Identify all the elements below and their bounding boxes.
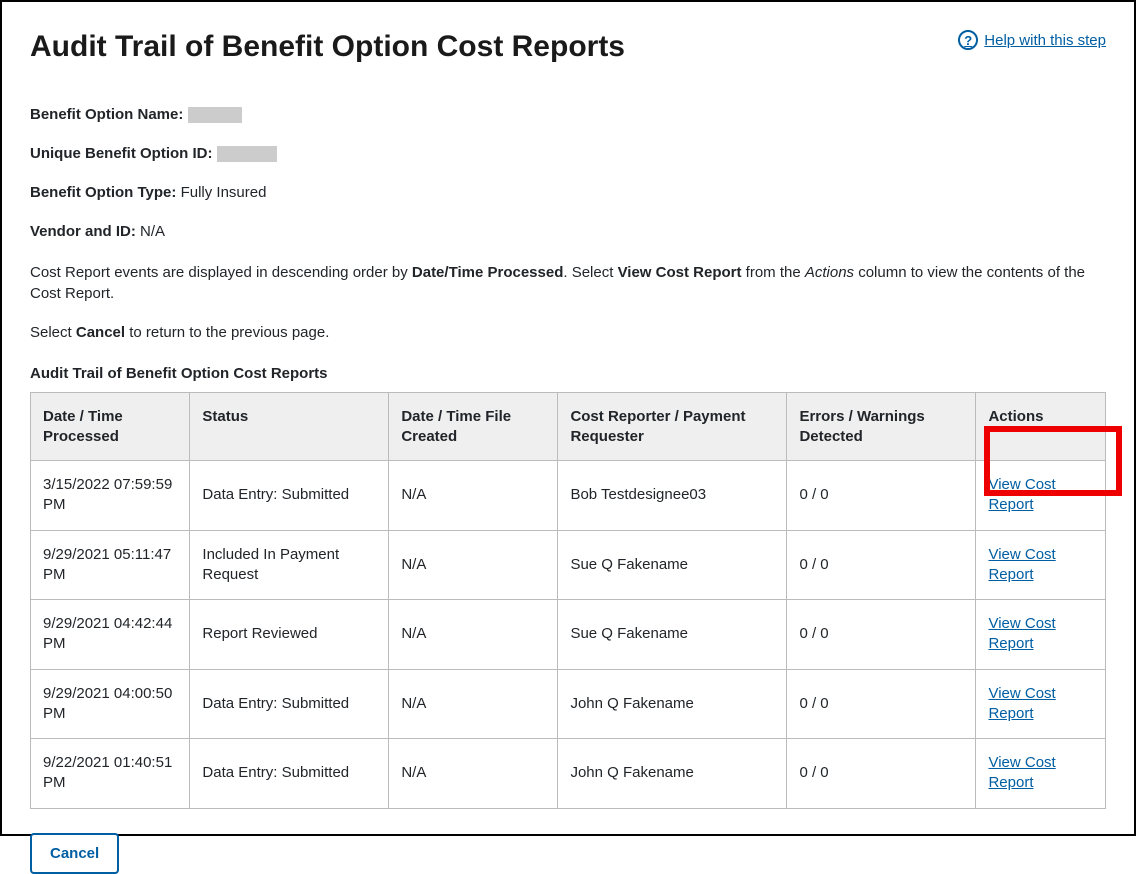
cancel-button[interactable]: Cancel: [30, 833, 119, 874]
redacted-value: [217, 146, 277, 162]
cell-datetime: 9/29/2021 04:42:44 PM: [31, 600, 190, 670]
table-row: 9/29/2021 04:42:44 PM Report Reviewed N/…: [31, 600, 1106, 670]
table-header-row: Date / Time Processed Status Date / Time…: [31, 393, 1106, 461]
col-status: Status: [190, 393, 389, 461]
cell-reporter: John Q Fakename: [558, 669, 787, 739]
cell-reporter: Bob Testdesignee03: [558, 461, 787, 531]
view-cost-report-link[interactable]: View Cost Report: [988, 685, 1055, 722]
header-row: Audit Trail of Benefit Option Cost Repor…: [30, 30, 1106, 64]
cell-errors: 0 / 0: [787, 530, 976, 600]
cell-status: Data Entry: Submitted: [190, 669, 389, 739]
col-datetime: Date / Time Processed: [31, 393, 190, 461]
cell-reporter: John Q Fakename: [558, 739, 787, 809]
redacted-value: [188, 107, 242, 123]
cell-created: N/A: [389, 530, 558, 600]
cell-errors: 0 / 0: [787, 739, 976, 809]
description-line-2: Select Cancel to return to the previous …: [30, 322, 1106, 343]
table-row: 3/15/2022 07:59:59 PM Data Entry: Submit…: [31, 461, 1106, 531]
cell-errors: 0 / 0: [787, 669, 976, 739]
table-row: 9/29/2021 05:11:47 PM Included In Paymen…: [31, 530, 1106, 600]
meta-benefit-name: Benefit Option Name:: [30, 104, 1106, 125]
table-row: 9/22/2021 01:40:51 PM Data Entry: Submit…: [31, 739, 1106, 809]
page-title: Audit Trail of Benefit Option Cost Repor…: [30, 30, 625, 64]
cell-datetime: 9/29/2021 05:11:47 PM: [31, 530, 190, 600]
meta-label: Benefit Option Type:: [30, 184, 176, 201]
cell-errors: 0 / 0: [787, 600, 976, 670]
meta-block: Benefit Option Name: Unique Benefit Opti…: [30, 104, 1106, 242]
col-actions: Actions: [976, 393, 1106, 461]
col-reporter: Cost Reporter / Payment Requester: [558, 393, 787, 461]
help-link[interactable]: ? Help with this step: [958, 30, 1106, 50]
table-body: 3/15/2022 07:59:59 PM Data Entry: Submit…: [31, 461, 1106, 809]
cell-datetime: 3/15/2022 07:59:59 PM: [31, 461, 190, 531]
meta-value: N/A: [140, 223, 165, 240]
view-cost-report-link[interactable]: View Cost Report: [988, 754, 1055, 791]
view-cost-report-link[interactable]: View Cost Report: [988, 476, 1055, 513]
cell-reporter: Sue Q Fakename: [558, 530, 787, 600]
cell-status: Data Entry: Submitted: [190, 739, 389, 809]
view-cost-report-link[interactable]: View Cost Report: [988, 615, 1055, 652]
meta-type: Benefit Option Type: Fully Insured: [30, 182, 1106, 203]
page-container: Audit Trail of Benefit Option Cost Repor…: [0, 0, 1136, 836]
cell-created: N/A: [389, 600, 558, 670]
description-line-1: Cost Report events are displayed in desc…: [30, 262, 1106, 304]
meta-vendor: Vendor and ID: N/A: [30, 221, 1106, 242]
cell-reporter: Sue Q Fakename: [558, 600, 787, 670]
cell-created: N/A: [389, 461, 558, 531]
cell-status: Report Reviewed: [190, 600, 389, 670]
cell-datetime: 9/22/2021 01:40:51 PM: [31, 739, 190, 809]
cell-datetime: 9/29/2021 04:00:50 PM: [31, 669, 190, 739]
cell-status: Included In Payment Request: [190, 530, 389, 600]
table-caption: Audit Trail of Benefit Option Cost Repor…: [30, 365, 1106, 382]
meta-label: Unique Benefit Option ID:: [30, 145, 212, 162]
meta-unique-id: Unique Benefit Option ID:: [30, 143, 1106, 164]
view-cost-report-link[interactable]: View Cost Report: [988, 546, 1055, 583]
cell-created: N/A: [389, 739, 558, 809]
cell-status: Data Entry: Submitted: [190, 461, 389, 531]
col-created: Date / Time File Created: [389, 393, 558, 461]
meta-label: Vendor and ID:: [30, 223, 136, 240]
help-link-label: Help with this step: [984, 32, 1106, 49]
table-row: 9/29/2021 04:00:50 PM Data Entry: Submit…: [31, 669, 1106, 739]
audit-table: Date / Time Processed Status Date / Time…: [30, 392, 1106, 809]
cell-errors: 0 / 0: [787, 461, 976, 531]
meta-value: Fully Insured: [181, 184, 267, 201]
help-icon: ?: [958, 30, 978, 50]
meta-label: Benefit Option Name:: [30, 106, 183, 123]
col-errors: Errors / Warnings Detected: [787, 393, 976, 461]
cell-created: N/A: [389, 669, 558, 739]
